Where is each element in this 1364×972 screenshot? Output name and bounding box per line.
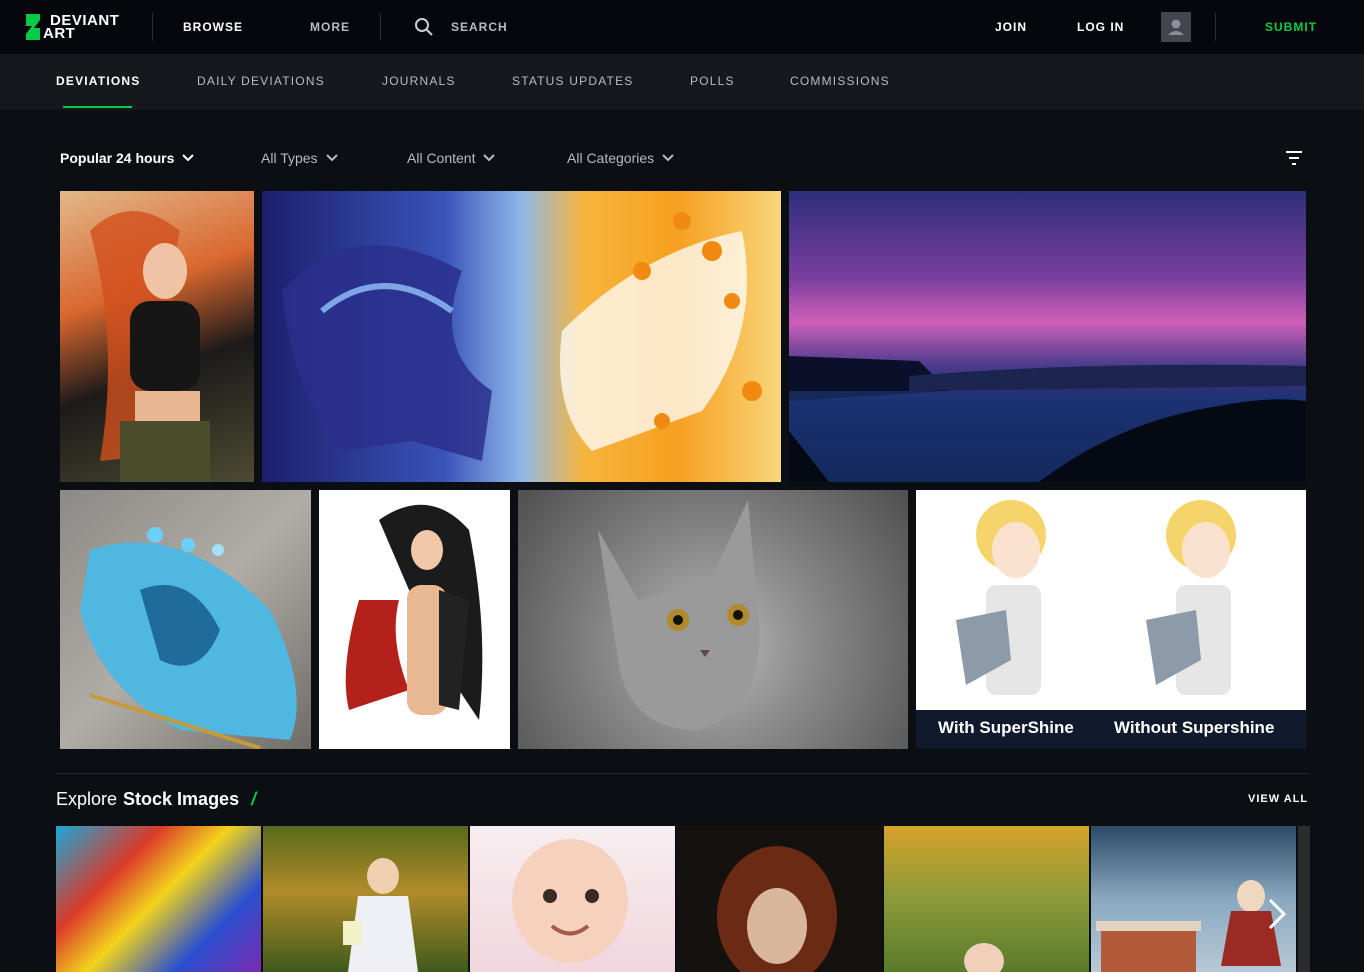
chevron-down-icon [483,154,496,162]
sort-dropdown[interactable]: Popular 24 hours [60,150,195,166]
top-bar: DEVIANT ART BROWSE MORE SEARCH JOIN LOG … [0,0,1364,54]
search-input[interactable]: SEARCH [451,20,508,34]
browse-link[interactable]: BROWSE [183,20,243,34]
content-label: All Content [407,150,476,166]
divider [1215,13,1216,41]
gallery-item-anime-comparison[interactable]: With SuperShine Without Supershine [916,490,1306,749]
submit-button[interactable]: SUBMIT [1265,20,1317,34]
tab-daily-deviations[interactable]: DAILY DEVIATIONS [197,74,325,88]
thumbnail-image [717,846,837,972]
stock-item-baby[interactable] [470,826,675,972]
stock-item-red-hair-girl[interactable] [677,826,882,972]
tab-status-updates[interactable]: STATUS UPDATES [512,74,633,88]
thumbnail-image [598,500,760,730]
gallery-item-heroine[interactable] [60,191,254,482]
gallery-item-kitten[interactable] [518,490,908,749]
chevron-down-icon [662,154,674,162]
section-divider [56,773,1310,774]
thumbnail-image [916,500,1306,749]
caption-with-supershine: With SuperShine [938,718,1074,737]
tab-deviations[interactable]: DEVIATIONS [56,74,140,88]
deviantart-logo[interactable]: DEVIANT ART [22,12,122,42]
tab-polls[interactable]: POLLS [690,74,735,88]
stock-item-partial[interactable] [1298,826,1310,972]
join-button[interactable]: JOIN [995,20,1027,34]
avatar[interactable] [1161,12,1191,42]
more-link[interactable]: MORE [310,20,350,34]
section-tabs: DEVIATIONS DAILY DEVIATIONS JOURNALS STA… [0,54,1364,110]
gallery-item-sunset-lake[interactable] [789,191,1306,482]
search-icon[interactable] [414,17,434,37]
logo-text-art: ART [43,25,76,42]
divider [380,13,381,41]
heading-bold: Stock Images [123,789,240,809]
gallery-item-red-cape[interactable] [319,490,510,749]
chevron-down-icon [182,154,195,162]
thumbnail-image [345,504,483,720]
types-label: All Types [261,150,318,166]
stock-item-girl-lantern[interactable] [263,826,468,972]
view-all-link[interactable]: VIEW ALL [1248,793,1308,805]
user-icon [1168,19,1184,35]
content-dropdown[interactable]: All Content [407,150,496,166]
thumbnail-image [789,356,1306,482]
thumbnail-image [964,943,1004,972]
login-button[interactable]: LOG IN [1077,20,1124,34]
categories-dropdown[interactable]: All Categories [567,150,674,166]
tab-commissions[interactable]: COMMISSIONS [790,74,890,88]
categories-label: All Categories [567,150,655,166]
active-tab-indicator [63,106,132,108]
gallery-item-dragon-agate[interactable] [60,490,311,749]
chevron-down-icon [325,154,338,162]
thumbnail-image [80,527,297,749]
stock-item-flower-field[interactable] [884,826,1089,972]
caption-without-supershine: Without Supershine [1114,718,1275,737]
tab-journals[interactable]: JOURNALS [382,74,456,88]
gallery-item-winged-horses[interactable] [262,191,781,482]
heading-prefix: Explore [56,789,118,809]
deviantart-slash-icon: / [251,789,257,809]
sort-label: Popular 24 hours [60,150,175,166]
filter-icon[interactable] [1285,150,1303,166]
types-dropdown[interactable]: All Types [261,150,338,166]
divider [152,13,153,41]
thumbnail-image [90,211,210,482]
chevron-right-icon[interactable] [1262,896,1290,932]
thumbnail-image [282,212,762,461]
deviantart-logo-icon [26,14,40,40]
thumbnail-image [512,839,628,963]
stock-item-abstract[interactable] [56,826,261,972]
stock-images-heading: Explore Stock Images / [56,789,256,810]
thumbnail-image [343,858,418,972]
